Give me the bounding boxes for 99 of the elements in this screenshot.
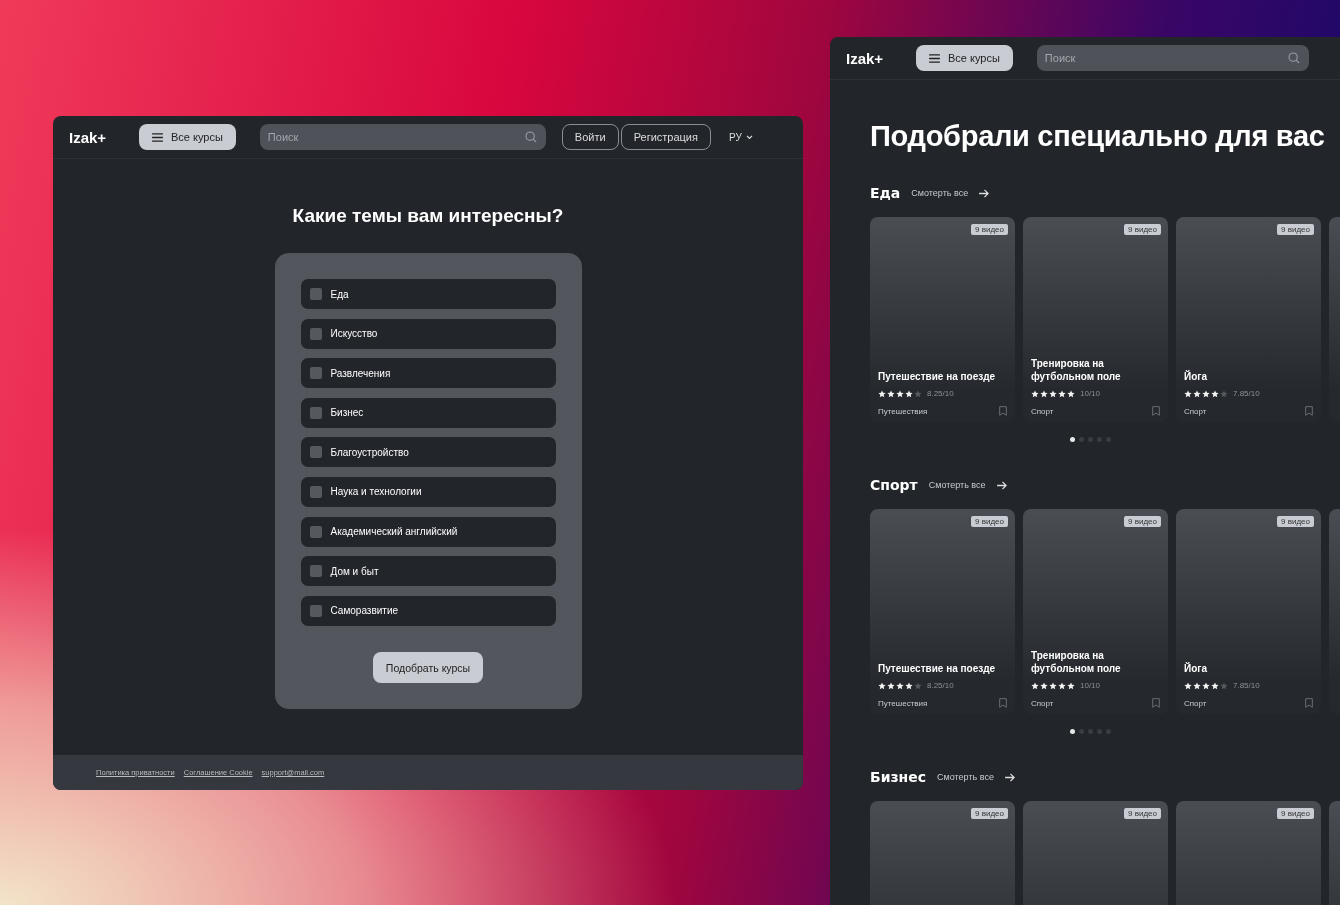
course-title: Путешествие на поезде xyxy=(878,662,997,675)
bookmark-icon[interactable] xyxy=(1152,698,1160,708)
login-button[interactable]: Войти xyxy=(561,124,619,150)
register-button[interactable]: Регистрация xyxy=(620,124,711,150)
checkbox[interactable] xyxy=(309,446,322,459)
course-card[interactable]: 9 видео xyxy=(1176,801,1321,905)
topic-label: Наука и технологии xyxy=(330,486,422,498)
video-count-badge: 9 видео xyxy=(971,224,1008,235)
arrow-right-icon[interactable] xyxy=(1004,772,1016,782)
category-label: Спорт xyxy=(1184,698,1207,708)
logo[interactable]: Izak+ xyxy=(69,128,129,146)
checkbox[interactable] xyxy=(309,525,322,538)
video-count-badge: 9 видео xyxy=(1277,224,1314,235)
see-all-link[interactable]: Смотерть все xyxy=(911,188,969,198)
carousel-dot[interactable] xyxy=(1079,437,1084,442)
topic-option[interactable]: Академический английский xyxy=(300,516,556,547)
menu-icon xyxy=(929,53,940,63)
carousel-dot[interactable] xyxy=(1070,729,1075,734)
rating-value: 10/10 xyxy=(1080,681,1101,690)
topic-option[interactable]: Бизнес xyxy=(300,397,556,428)
pick-courses-button[interactable]: Подобрать курсы xyxy=(372,652,484,684)
rating-value: 7.85/10 xyxy=(1233,681,1260,690)
page-title: Какие темы вам интересны? xyxy=(292,205,564,227)
arrow-right-icon[interactable] xyxy=(979,188,991,198)
carousel-dot[interactable] xyxy=(1106,437,1111,442)
topic-label: Благоустройство xyxy=(330,446,409,458)
carousel-dot[interactable] xyxy=(1097,437,1102,442)
checkbox[interactable] xyxy=(309,565,322,578)
section-title: Бизнес xyxy=(870,769,927,785)
checkbox[interactable] xyxy=(309,367,322,380)
carousel-dot[interactable] xyxy=(1106,729,1111,734)
carousel-dot[interactable] xyxy=(1097,729,1102,734)
rating-value: 8.25/10 xyxy=(927,681,954,690)
carousel-dot[interactable] xyxy=(1088,437,1093,442)
all-courses-button[interactable]: Все курсы xyxy=(916,45,1013,71)
course-title: Йога xyxy=(1184,662,1209,675)
checkbox[interactable] xyxy=(309,327,322,340)
carousel-dot[interactable] xyxy=(1088,729,1093,734)
topic-label: Саморазвитие xyxy=(330,605,399,617)
topic-option[interactable]: Наука и технологии xyxy=(300,476,556,507)
checkbox[interactable] xyxy=(309,406,322,419)
topic-label: Искусство xyxy=(330,328,378,340)
search-field[interactable]: Поиск xyxy=(259,124,546,150)
logo[interactable]: Izak+ xyxy=(846,49,906,67)
search-field[interactable]: Поиск xyxy=(1036,45,1309,71)
topic-option[interactable]: Дом и быт xyxy=(300,556,556,587)
video-count-badge: 9 видео xyxy=(1124,224,1161,235)
video-count-badge: 9 видео xyxy=(1124,808,1161,819)
menu-icon xyxy=(152,132,163,142)
topic-label: Академический английский xyxy=(330,526,458,538)
topic-label: Дом и быт xyxy=(330,565,379,577)
category-label: Путешествия xyxy=(878,698,928,708)
chevron-down-icon xyxy=(745,134,753,140)
bookmark-icon[interactable] xyxy=(999,698,1007,708)
course-card[interactable]: 9 видео xyxy=(870,801,1015,905)
course-card[interactable]: 9 видео xyxy=(1023,801,1168,905)
checkbox[interactable] xyxy=(309,485,322,498)
category-label: Спорт xyxy=(1184,406,1207,416)
bookmark-icon[interactable] xyxy=(1305,406,1313,416)
bookmark-icon[interactable] xyxy=(1305,698,1313,708)
search-icon xyxy=(524,131,537,143)
see-all-link[interactable]: Смотерть все xyxy=(928,480,986,490)
category-label: Спорт xyxy=(1031,698,1054,708)
see-all-link[interactable]: Смотерть все xyxy=(937,772,994,782)
topic-option[interactable]: Развлечения xyxy=(300,358,556,389)
checkbox[interactable] xyxy=(309,288,322,300)
carousel-dot[interactable] xyxy=(1079,729,1084,734)
carousel-dot[interactable] xyxy=(1070,437,1075,442)
video-count-badge: 9 видео xyxy=(971,808,1008,819)
video-count-badge: 9 видео xyxy=(1277,808,1314,819)
all-courses-button[interactable]: Все курсы xyxy=(139,124,236,150)
video-count-badge: 9 видео xyxy=(971,516,1008,527)
topic-label: Развлечения xyxy=(330,367,391,379)
course-title: Путешествие на поезде xyxy=(878,370,997,383)
course-title: Йога xyxy=(1184,370,1209,383)
topic-option[interactable]: Благоустройство xyxy=(300,437,556,468)
video-count-badge: 9 видео xyxy=(1277,516,1314,527)
search-icon xyxy=(1287,52,1300,64)
bookmark-icon[interactable] xyxy=(1152,406,1160,416)
section-title: Спорт xyxy=(870,477,918,493)
topic-option[interactable]: Еда xyxy=(300,279,556,309)
category-label: Путешествия xyxy=(878,406,928,416)
topic-label: Еда xyxy=(330,288,349,300)
rating-value: 10/10 xyxy=(1080,389,1101,398)
course-title: Тренировка на футбольном поле xyxy=(1031,357,1122,383)
category-label: Спорт xyxy=(1031,406,1054,416)
topic-option[interactable]: Искусство xyxy=(300,318,556,349)
language-dropdown[interactable]: РУ xyxy=(722,130,759,144)
course-title: Тренировка на футбольном поле xyxy=(1031,649,1122,675)
topic-option[interactable]: Саморазвитие xyxy=(300,595,556,626)
bookmark-icon[interactable] xyxy=(999,406,1007,416)
rating-value: 8.25/10 xyxy=(927,389,954,398)
page-title: Подобрали специально для вас xyxy=(870,120,1326,153)
checkbox[interactable] xyxy=(309,604,322,617)
topic-label: Бизнес xyxy=(330,407,364,419)
video-count-badge: 9 видео xyxy=(1124,516,1161,527)
rating-value: 7.85/10 xyxy=(1233,389,1260,398)
arrow-right-icon[interactable] xyxy=(996,480,1008,490)
section-title: Еда xyxy=(870,185,901,201)
